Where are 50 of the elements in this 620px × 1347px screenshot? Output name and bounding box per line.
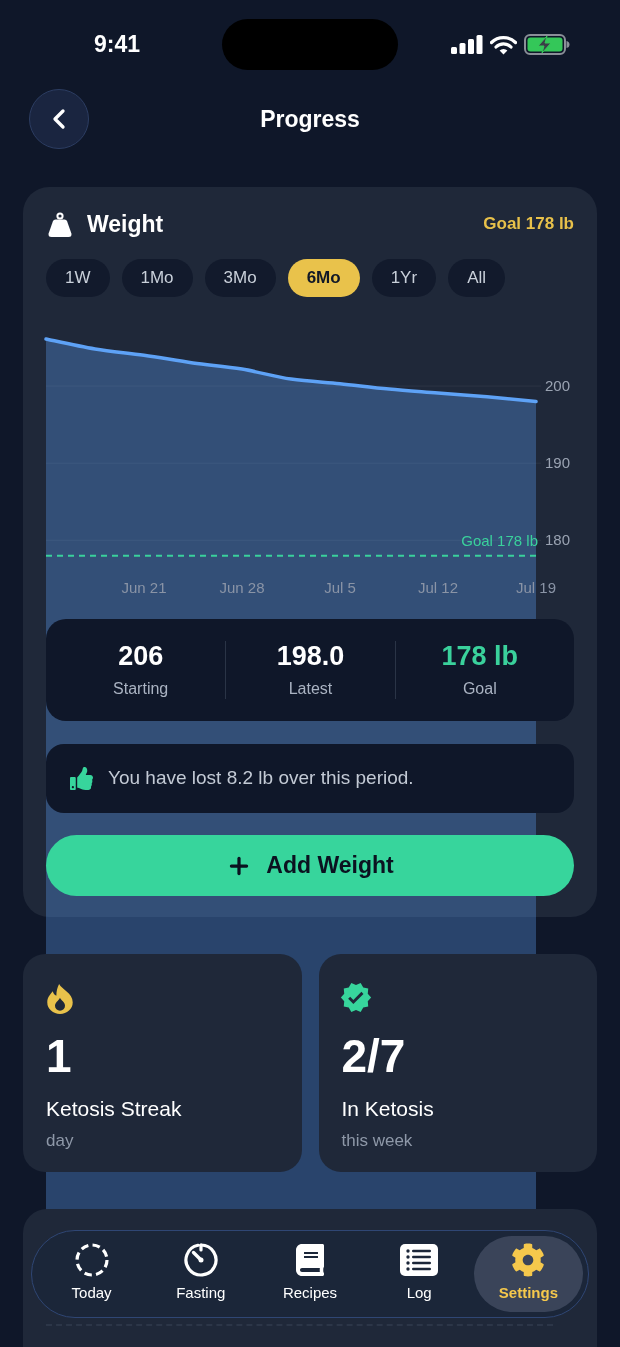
summary-value: 1 [46, 1031, 72, 1081]
x-axis-label: Jul 19 [516, 579, 556, 596]
add-weight-button[interactable]: Add Weight [46, 835, 574, 896]
flame-icon [46, 984, 74, 1014]
x-axis-label: Jul 12 [418, 579, 458, 596]
range-tab[interactable]: 6Mo [287, 259, 360, 297]
summary-title: In Ketosis [341, 1096, 434, 1122]
tab-bar-item[interactable]: Settings [473, 1236, 583, 1312]
range-tab[interactable]: 1Mo [121, 259, 193, 297]
check-badge-icon [338, 981, 373, 1014]
stat-value: 198.0 [276, 641, 345, 671]
stat-label: Goal [462, 679, 497, 699]
tab-bar-item[interactable]: Log [364, 1236, 474, 1312]
summary-title: Ketosis Streak [46, 1096, 182, 1122]
y-axis-label: 200 [545, 377, 571, 395]
summary-caption: this week [341, 1130, 413, 1152]
range-tab[interactable]: 1W [46, 259, 110, 297]
x-axis-label: Jul 5 [324, 579, 356, 596]
x-axis-label: Jun 21 [121, 579, 167, 596]
summary-caption: day [46, 1130, 74, 1152]
card-title: Weight [87, 209, 164, 239]
book-icon [294, 1244, 326, 1277]
y-axis-label: 190 [545, 454, 571, 472]
range-tab[interactable]: 3Mo [204, 259, 276, 297]
goal-line-label: Goal 178 lb [461, 531, 538, 549]
message-text: You have lost 8.2 lb over this period. [108, 766, 414, 791]
goal-text: Goal 178 lb [483, 213, 574, 236]
stat-label: Latest [288, 679, 333, 699]
page-title: Progress [259, 104, 361, 134]
stat-value: 206 [118, 641, 164, 671]
settings-icon [511, 1243, 546, 1278]
wifi-icon [489, 34, 517, 55]
list-icon [400, 1244, 439, 1277]
stat-value: 178 lb [441, 641, 519, 671]
range-tab[interactable]: All [448, 259, 506, 297]
kettlebell-icon [48, 211, 72, 237]
tab-bar-item[interactable]: Today [37, 1236, 147, 1312]
thumbs-up-icon [70, 767, 93, 790]
y-axis-label: 180 [545, 531, 571, 549]
tab-bar-item[interactable]: Recipes [255, 1236, 365, 1312]
dashed-circle-icon [74, 1243, 109, 1278]
tab-bar-item[interactable]: Fasting [146, 1236, 256, 1312]
signal-icon [450, 35, 483, 54]
stat-label: Starting [113, 679, 169, 699]
summary-value: 2/7 [341, 1031, 406, 1081]
range-tab[interactable]: 1Yr [371, 259, 437, 297]
status-time: 9:41 [92, 30, 140, 60]
timer-icon [183, 1243, 218, 1278]
x-axis-label: Jun 28 [219, 579, 265, 596]
battery-charging-icon [523, 34, 570, 55]
